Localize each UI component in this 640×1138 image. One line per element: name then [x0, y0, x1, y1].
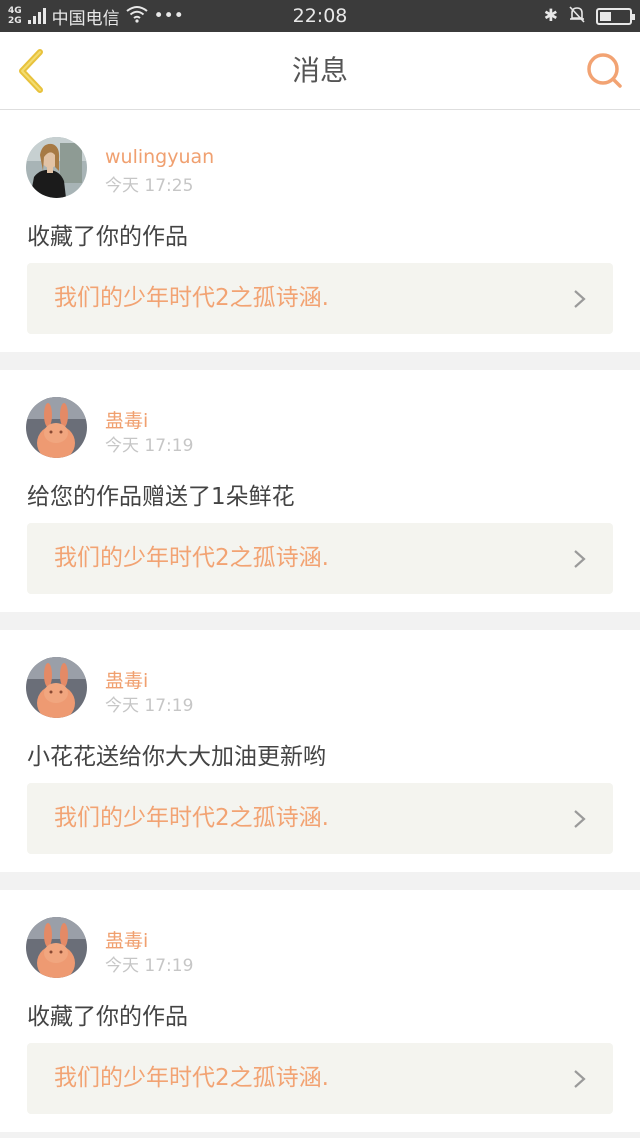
message-card: wulingyuan 今天 17:25 收藏了你的作品 我们的少年时代2之孤诗涵…	[0, 110, 640, 352]
avatar[interactable]	[26, 657, 87, 718]
message-text: 给您的作品赠送了1朵鲜花	[27, 484, 295, 510]
timestamp: 今天 17:19	[105, 696, 194, 716]
work-title: 我们的少年时代2之孤诗涵.	[54, 805, 329, 831]
chevron-right-icon	[574, 1070, 586, 1088]
battery-icon	[596, 7, 635, 25]
work-link[interactable]: 我们的少年时代2之孤诗涵.	[27, 263, 613, 334]
timestamp: 今天 17:25	[105, 176, 194, 196]
search-icon	[587, 53, 622, 88]
message-list: wulingyuan 今天 17:25 收藏了你的作品 我们的少年时代2之孤诗涵…	[0, 110, 640, 1138]
message-text: 收藏了你的作品	[27, 1004, 188, 1030]
timestamp: 今天 17:19	[105, 436, 194, 456]
page-title: 消息	[291, 54, 348, 87]
rabbit-avatar	[26, 657, 87, 718]
status-bar-right: ✱	[543, 0, 635, 32]
username[interactable]: 蛊毒i	[105, 666, 148, 693]
work-title: 我们的少年时代2之孤诗涵.	[54, 545, 329, 571]
mute-icon	[568, 5, 586, 28]
avatar[interactable]	[26, 137, 87, 198]
message-card: 蛊毒i 今天 17:19 给您的作品赠送了1朵鲜花 我们的少年时代2之孤诗涵.	[0, 370, 640, 612]
message-card: 蛊毒i 今天 17:19 收藏了你的作品 我们的少年时代2之孤诗涵.	[0, 890, 640, 1132]
work-link[interactable]: 我们的少年时代2之孤诗涵.	[27, 523, 613, 594]
chevron-right-icon	[574, 290, 586, 308]
message-card: 蛊毒i 今天 17:19 小花花送给你大大加油更新哟 我们的少年时代2之孤诗涵.	[0, 630, 640, 872]
username[interactable]: 蛊毒i	[105, 926, 148, 953]
header-bar: 消息	[0, 32, 640, 110]
portrait-avatar	[26, 137, 87, 198]
bluetooth-icon: ✱	[543, 6, 558, 26]
work-title: 我们的少年时代2之孤诗涵.	[54, 1065, 329, 1091]
message-text: 收藏了你的作品	[27, 224, 188, 250]
timestamp: 今天 17:19	[105, 956, 194, 976]
rabbit-avatar	[26, 397, 87, 458]
chevron-right-icon	[574, 550, 586, 568]
username[interactable]: wulingyuan	[105, 146, 214, 168]
rabbit-avatar	[26, 917, 87, 978]
work-title: 我们的少年时代2之孤诗涵.	[54, 285, 329, 311]
avatar[interactable]	[26, 397, 87, 458]
status-bar: 4G 2G 中国电信 ••• 22:08 ✱	[0, 0, 640, 32]
message-text: 小花花送给你大大加油更新哟	[27, 744, 326, 770]
chevron-right-icon	[574, 810, 586, 828]
search-button[interactable]	[584, 50, 626, 92]
avatar[interactable]	[26, 917, 87, 978]
work-link[interactable]: 我们的少年时代2之孤诗涵.	[27, 1043, 613, 1114]
work-link[interactable]: 我们的少年时代2之孤诗涵.	[27, 783, 613, 854]
username[interactable]: 蛊毒i	[105, 406, 148, 433]
